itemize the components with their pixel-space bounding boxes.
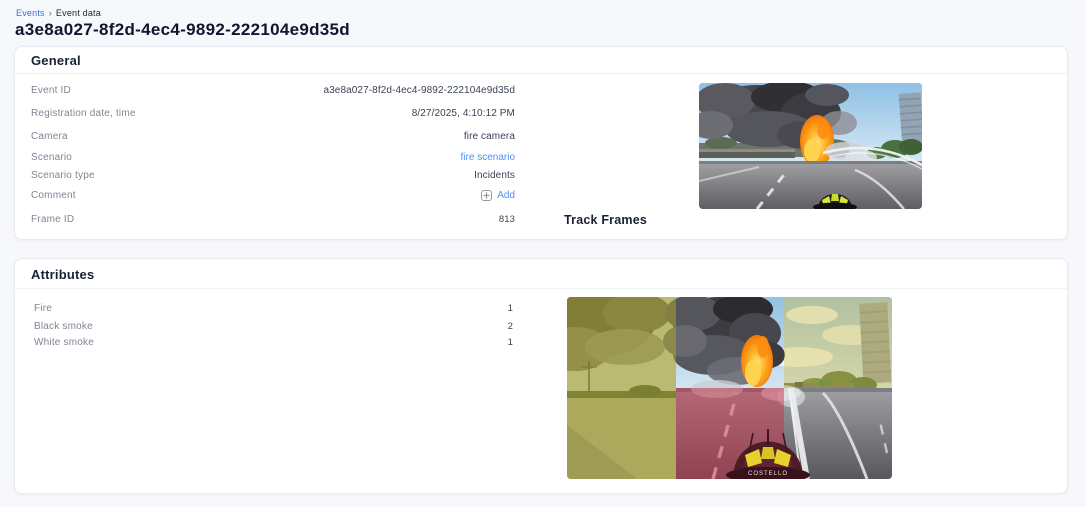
field-label: Camera bbox=[31, 130, 68, 142]
attribute-row-fire: Fire 1 bbox=[34, 301, 513, 315]
attribute-row-black-smoke: Black smoke 2 bbox=[34, 319, 513, 333]
field-row-camera: Camera fire camera bbox=[31, 129, 515, 143]
svg-text:COSTELLO: COSTELLO bbox=[748, 471, 788, 477]
field-row-event-id: Event ID a3e8a027-8f2d-4ec4-9892-222104e… bbox=[31, 83, 515, 97]
field-label: Scenario bbox=[31, 151, 73, 163]
field-value: Incidents bbox=[474, 169, 515, 181]
track-frames-composite-image[interactable]: COSTELLO bbox=[567, 297, 892, 479]
field-label: Frame ID bbox=[31, 213, 75, 225]
breadcrumb-separator: › bbox=[48, 8, 52, 18]
scenario-link[interactable]: fire scenario bbox=[461, 152, 515, 163]
general-card-title: General bbox=[15, 47, 1067, 74]
attribute-label: Fire bbox=[34, 302, 53, 314]
field-label: Comment bbox=[31, 189, 76, 201]
add-comment-label: Add bbox=[497, 189, 515, 201]
field-label: Event ID bbox=[31, 84, 71, 96]
camera-frame-image[interactable] bbox=[699, 83, 922, 209]
attributes-card-title: Attributes bbox=[15, 259, 1067, 289]
breadcrumb-current: Event data bbox=[55, 8, 101, 18]
attribute-value: 1 bbox=[507, 302, 513, 314]
plus-square-icon bbox=[481, 189, 493, 201]
field-label: Scenario type bbox=[31, 169, 95, 181]
field-value: a3e8a027-8f2d-4ec4-9892-222104e9d35d bbox=[323, 84, 515, 96]
attributes-card: Attributes Fire 1 Black smoke 2 White sm… bbox=[14, 258, 1068, 494]
attribute-label: White smoke bbox=[34, 336, 94, 348]
general-card: General Event ID a3e8a027-8f2d-4ec4-9892… bbox=[14, 46, 1068, 240]
field-label: Registration date, time bbox=[31, 107, 136, 119]
field-row-registration: Registration date, time 8/27/2025, 4:10:… bbox=[31, 106, 515, 120]
field-row-comment: Comment Add bbox=[31, 188, 515, 202]
attribute-label: Black smoke bbox=[34, 320, 93, 332]
breadcrumb-link-events[interactable]: Events bbox=[16, 8, 45, 18]
field-value: fire camera bbox=[463, 130, 515, 142]
attribute-value: 2 bbox=[507, 320, 513, 332]
field-value: 8/27/2025, 4:10:12 PM bbox=[411, 107, 515, 119]
track-frames-title: Track Frames bbox=[564, 213, 648, 227]
attribute-row-white-smoke: White smoke 1 bbox=[34, 335, 513, 349]
field-row-frame-id: Frame ID 813 bbox=[31, 212, 515, 226]
page-title: a3e8a027-8f2d-4ec4-9892-222104e9d35d bbox=[15, 20, 350, 39]
field-value: 813 bbox=[498, 213, 515, 225]
field-row-scenario-type: Scenario type Incidents bbox=[31, 168, 515, 182]
field-row-scenario: Scenario fire scenario bbox=[31, 150, 515, 164]
attribute-value: 1 bbox=[507, 336, 513, 348]
breadcrumb: Events › Event data bbox=[16, 8, 101, 18]
add-comment-button[interactable]: Add bbox=[481, 189, 515, 201]
